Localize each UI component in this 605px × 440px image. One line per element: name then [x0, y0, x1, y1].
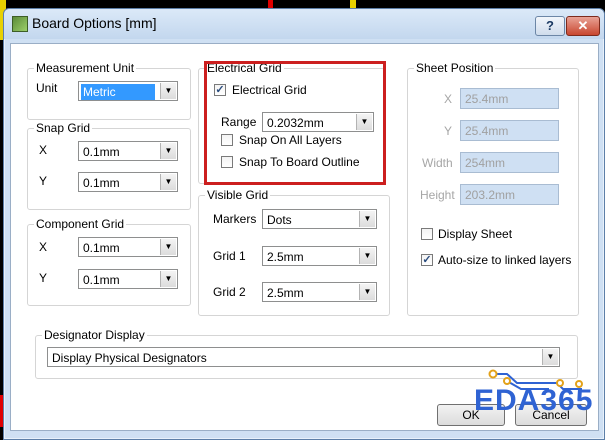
grid1-value: 2.5mm: [267, 250, 304, 264]
chevron-down-icon[interactable]: ▼: [359, 211, 375, 227]
markers-value: Dots: [267, 213, 292, 227]
component-grid-title: Component Grid: [34, 217, 127, 231]
snap-board-outline-checkbox[interactable]: [221, 156, 233, 168]
grid1-select[interactable]: 2.5mm ▼: [262, 246, 377, 266]
grid2-select[interactable]: 2.5mm ▼: [262, 282, 377, 302]
markers-label: Markers: [213, 212, 257, 226]
chevron-down-icon[interactable]: ▼: [542, 349, 558, 365]
dialog-body: Measurement Unit Unit Metric ▼ Snap Grid…: [10, 43, 599, 431]
markers-select[interactable]: Dots ▼: [262, 209, 377, 229]
snap-grid-y-select[interactable]: 0.1mm ▼: [78, 172, 178, 192]
snap-board-outline-label: Snap To Board Outline: [239, 155, 360, 169]
grid2-value: 2.5mm: [267, 286, 304, 300]
snap-grid-y-label: Y: [39, 174, 48, 188]
unit-select[interactable]: Metric ▼: [78, 81, 178, 101]
range-value: 0.2032mm: [267, 116, 324, 130]
snap-grid-title: Snap Grid: [34, 121, 93, 135]
electrical-grid-checkbox[interactable]: ✓: [214, 84, 226, 96]
sheet-x-label: X: [444, 92, 453, 106]
auto-size-label: Auto-size to linked layers: [438, 253, 572, 267]
sheet-width-field[interactable]: 254mm: [460, 152, 559, 173]
title-bar[interactable]: Board Options [mm] ? ✕: [4, 9, 604, 39]
snap-grid-x-value: 0.1mm: [83, 145, 120, 159]
display-sheet-checkbox[interactable]: [421, 228, 433, 240]
snap-grid-x-select[interactable]: 0.1mm ▼: [78, 141, 178, 161]
chevron-down-icon[interactable]: ▼: [160, 143, 176, 159]
snap-grid-x-label: X: [39, 143, 48, 157]
grid1-label: Grid 1: [213, 249, 246, 263]
chevron-down-icon[interactable]: ▼: [359, 248, 375, 264]
chevron-down-icon[interactable]: ▼: [160, 239, 176, 255]
range-label: Range: [221, 115, 257, 129]
snap-all-layers-label: Snap On All Layers: [239, 133, 342, 147]
component-grid-x-select[interactable]: 0.1mm ▼: [78, 237, 178, 257]
electrical-grid-checkbox-label: Electrical Grid: [232, 83, 307, 97]
component-grid-y-value: 0.1mm: [83, 273, 120, 287]
chevron-down-icon[interactable]: ▼: [359, 284, 375, 300]
help-button[interactable]: ?: [535, 16, 565, 36]
component-grid-x-value: 0.1mm: [83, 241, 120, 255]
chevron-down-icon[interactable]: ▼: [160, 174, 176, 190]
chevron-down-icon[interactable]: ▼: [160, 271, 176, 287]
dialog-title: Board Options [mm]: [32, 15, 157, 31]
measurement-unit-title: Measurement Unit: [34, 61, 137, 75]
snap-all-layers-checkbox[interactable]: [221, 134, 233, 146]
component-grid-y-select[interactable]: 0.1mm ▼: [78, 269, 178, 289]
auto-size-checkbox[interactable]: ✓: [421, 254, 433, 266]
sheet-position-title: Sheet Position: [414, 61, 496, 75]
component-grid-x-label: X: [39, 240, 48, 254]
board-options-dialog: Board Options [mm] ? ✕ Measurement Unit …: [3, 8, 605, 440]
sheet-x-field[interactable]: 25.4mm: [460, 88, 559, 109]
designator-display-value: Display Physical Designators: [52, 351, 207, 365]
range-select[interactable]: 0.2032mm ▼: [262, 112, 374, 132]
eda365-watermark: EDA365: [474, 384, 594, 417]
designator-display-title: Designator Display: [42, 328, 147, 342]
sheet-y-field[interactable]: 25.4mm: [460, 120, 559, 141]
chevron-down-icon[interactable]: ▼: [356, 114, 372, 130]
unit-label: Unit: [36, 81, 58, 95]
sheet-y-label: Y: [444, 124, 453, 138]
app-icon: [12, 16, 28, 32]
snap-grid-y-value: 0.1mm: [83, 176, 120, 190]
sheet-height-field[interactable]: 203.2mm: [460, 184, 559, 205]
grid2-label: Grid 2: [213, 285, 246, 299]
unit-value: Metric: [81, 84, 155, 100]
close-button[interactable]: ✕: [566, 16, 600, 36]
sheet-height-label: Height: [420, 188, 455, 202]
component-grid-y-label: Y: [39, 271, 48, 285]
sheet-width-label: Width: [422, 156, 453, 170]
display-sheet-label: Display Sheet: [438, 227, 513, 241]
chevron-down-icon[interactable]: ▼: [160, 83, 176, 99]
visible-grid-title: Visible Grid: [205, 188, 271, 202]
electrical-grid-title: Electrical Grid: [205, 61, 284, 75]
designator-display-select[interactable]: Display Physical Designators ▼: [47, 347, 560, 367]
